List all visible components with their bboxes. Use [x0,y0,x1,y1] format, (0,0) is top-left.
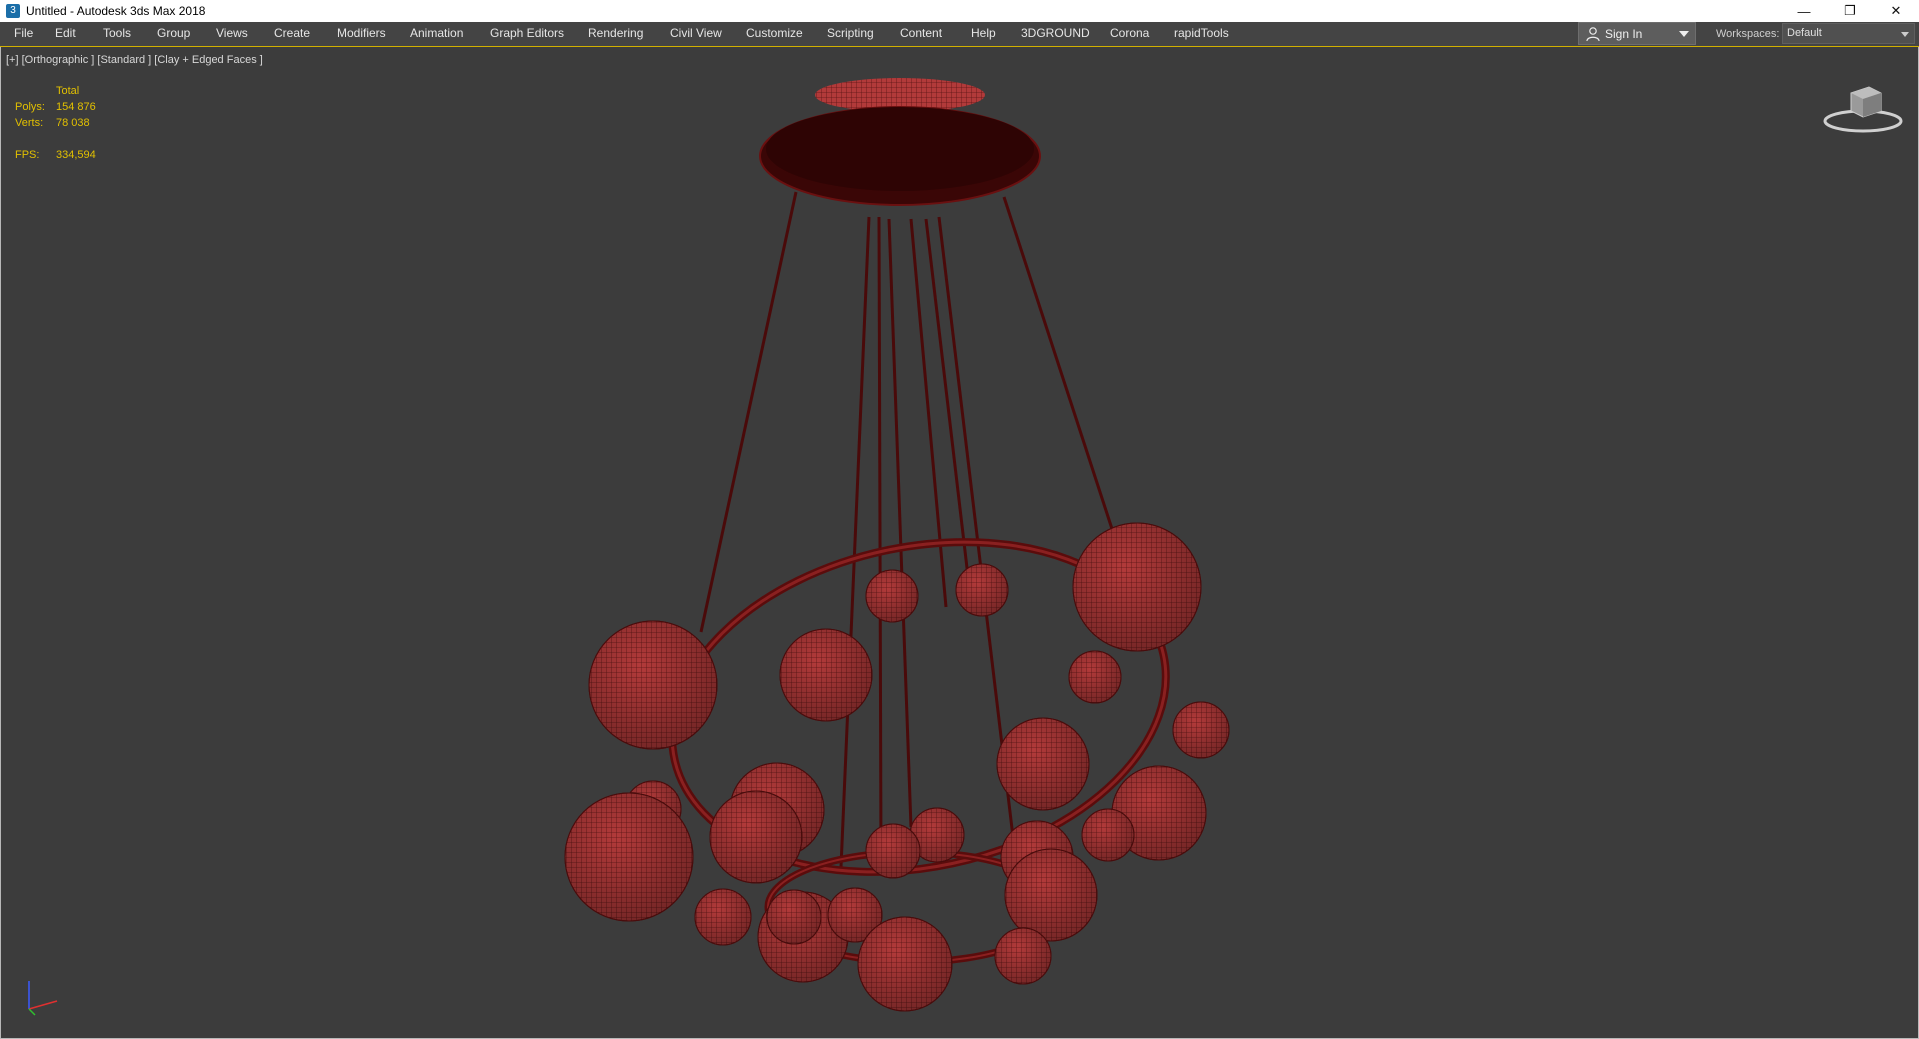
viewcube-icon[interactable] [1821,77,1905,137]
menu-civil-view[interactable]: Civil View [670,26,722,40]
workspaces-value: Default [1787,27,1822,39]
close-icon: ✕ [1890,3,1902,18]
menu-animation[interactable]: Animation [410,26,463,40]
sign-in-button[interactable]: Sign In [1578,22,1696,45]
close-button[interactable]: ✕ [1873,0,1919,22]
chevron-down-icon [1901,32,1909,37]
menu-file[interactable]: File [14,26,33,40]
minimize-icon: — [1797,3,1811,19]
menu-customize[interactable]: Customize [746,26,803,40]
ceiling-canopy [759,78,1041,206]
menu-views[interactable]: Views [216,26,248,40]
chandelier-model[interactable] [1,47,1918,1038]
menu-edit[interactable]: Edit [55,26,76,40]
menu-help[interactable]: Help [971,26,996,40]
app-icon: 3 [6,4,20,18]
menu-group[interactable]: Group [157,26,190,40]
menu-rendering[interactable]: Rendering [588,26,643,40]
menu-scripting[interactable]: Scripting [827,26,874,40]
menu-modifiers[interactable]: Modifiers [337,26,386,40]
workspaces-label: Workspaces: [1716,28,1780,40]
window-title: Untitled - Autodesk 3ds Max 2018 [26,4,206,18]
menu-graph-editors[interactable]: Graph Editors [490,26,564,40]
sign-in-label: Sign In [1605,26,1643,41]
window-controls: — ❐ ✕ [1781,0,1919,22]
menu-rapidtools[interactable]: rapidTools [1174,26,1229,40]
menu-tools[interactable]: Tools [103,26,131,40]
menu-create[interactable]: Create [274,26,310,40]
perspective-viewport[interactable]: [+] [Orthographic ] [Standard ] [Clay + … [0,47,1919,1039]
restore-button[interactable]: ❐ [1827,0,1873,22]
menu-corona[interactable]: Corona [1110,26,1149,40]
restore-icon: ❐ [1844,3,1856,18]
workspaces-dropdown[interactable]: Default [1782,23,1915,44]
chevron-down-icon [1679,31,1689,37]
user-icon [1586,26,1600,41]
axis-tripod-icon [28,981,58,1016]
title-bar: 3 Untitled - Autodesk 3ds Max 2018 — ❐ ✕ [0,0,1919,22]
menu-content[interactable]: Content [900,26,942,40]
minimize-button[interactable]: — [1781,0,1827,22]
menu-3dground[interactable]: 3DGROUND [1021,26,1090,40]
